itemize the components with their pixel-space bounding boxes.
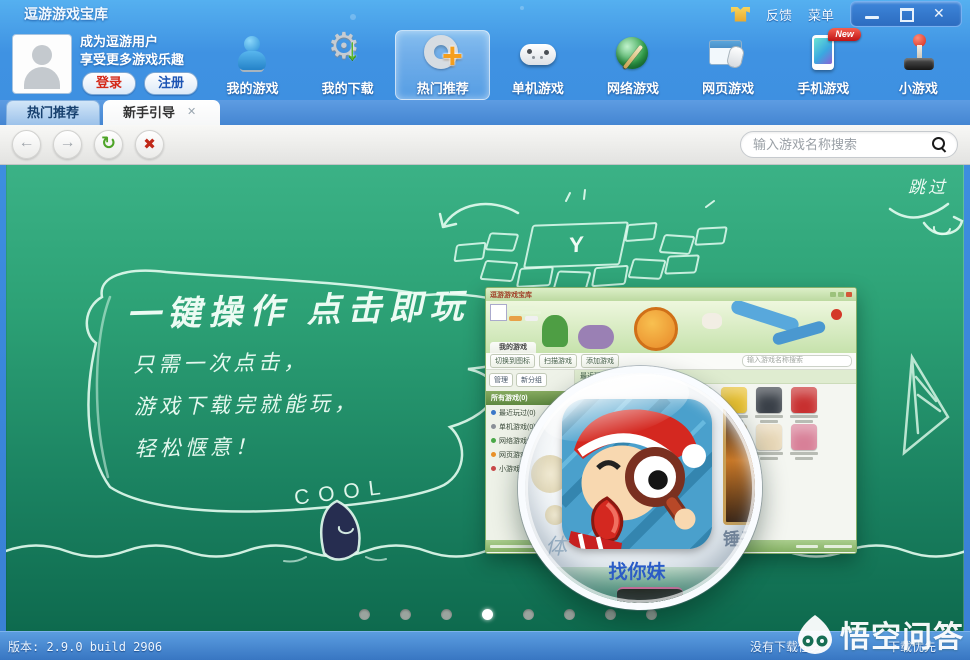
tab-label: 热门推荐: [27, 105, 80, 120]
carousel-dot[interactable]: [523, 609, 534, 620]
mini-tab-my-games: 我的游戏: [490, 342, 536, 353]
carousel-dot[interactable]: [605, 609, 616, 620]
watermark: 悟空问答: [795, 612, 964, 656]
nav-item-downloads[interactable]: 我的下载: [300, 25, 395, 100]
mini-banner: 我的游戏: [486, 301, 856, 353]
cool-doodle-text: COOL: [292, 475, 391, 510]
nav-item-label: 单机游戏: [511, 81, 564, 96]
nav-item-label: 我的游戏: [226, 81, 279, 96]
mini-games-icon: [895, 33, 941, 77]
carousel-dot[interactable]: [564, 609, 575, 620]
mini-game-tile: [752, 387, 786, 423]
partial-game-tile: [617, 587, 683, 603]
toolbar: [0, 125, 970, 165]
refresh-icon[interactable]: [94, 130, 123, 159]
app-title: 逗游游戏宝库: [24, 6, 108, 22]
carousel-dots: [359, 609, 657, 620]
online-games-icon: [610, 33, 656, 77]
watermark-text: 悟空问答: [840, 621, 964, 654]
pc-games-icon: [515, 33, 561, 77]
nav-item-label: 网页游戏: [702, 81, 755, 96]
register-button[interactable]: 注册: [144, 72, 199, 95]
version-text: 版本: 2.9.0 build 2906: [8, 639, 163, 654]
new-badge: New: [828, 28, 861, 41]
nav-item-my-games[interactable]: 我的游戏: [205, 30, 300, 100]
guide-slide: 跳过 Y 一键操作 点击即玩 只需一次点击， 游戏下载完就能玩， 轻松惬意！ C…: [6, 165, 964, 632]
nav-item-label: 热门推荐: [416, 81, 469, 96]
mini-game-tile: [787, 387, 821, 423]
menu-link[interactable]: 菜单: [808, 5, 834, 24]
slide-headline: 一键操作 点击即玩: [125, 287, 471, 335]
skip-link[interactable]: 跳过: [908, 173, 948, 198]
downloads-icon: [325, 25, 371, 77]
skin-icon[interactable]: [730, 6, 750, 22]
nav-item-online-games[interactable]: 网络游戏: [586, 30, 681, 100]
keyboard-key-doodle: Y: [522, 221, 630, 269]
promo-text: 成为逗游用户 享受更多游戏乐趣: [80, 34, 185, 67]
nav-item-mini-games[interactable]: 小游戏: [871, 30, 966, 100]
slide-body: 只需一次点击， 游戏下载完就能玩， 轻松惬意！: [133, 350, 360, 461]
avatar[interactable]: [12, 34, 72, 94]
nav-item-hot-recommend[interactable]: 热门推荐: [395, 30, 491, 100]
mini-toolbar: 切换到图标 扫描游戏 添加游戏 输入游戏名称搜索: [486, 353, 856, 370]
nav-item-label: 手机游戏: [797, 81, 850, 96]
nav-item-label: 小游戏: [898, 81, 938, 96]
hot-recommend-icon: [420, 33, 466, 77]
mini-toolbar-button: 添加游戏: [581, 354, 619, 368]
stop-icon[interactable]: [135, 130, 164, 159]
key-letter: Y: [568, 231, 584, 258]
nav-item-mobile-games[interactable]: 手机游戏 New: [776, 28, 871, 100]
carousel-dot[interactable]: [646, 609, 657, 620]
feedback-link[interactable]: 反馈: [766, 5, 792, 24]
close-icon[interactable]: [923, 3, 957, 25]
user-panel: 成为逗游用户 享受更多游戏乐趣 登录 注册: [10, 32, 205, 98]
search-icon[interactable]: [932, 137, 947, 152]
magnifier-glass: 找你妹 锤子守 体: [518, 366, 762, 610]
carousel-dot[interactable]: [441, 609, 452, 620]
header: 成为逗游用户 享受更多游戏乐趣 登录 注册 我的游戏 我的下载 热门推荐 单机游戏 网络…: [0, 25, 970, 100]
tab[interactable]: 新手引导: [103, 100, 221, 125]
minimize-icon[interactable]: [855, 3, 889, 25]
search-box: [740, 131, 958, 158]
partial-left-label: 体: [545, 534, 568, 559]
mini-window-controls: [830, 292, 852, 297]
tab[interactable]: 热门推荐: [6, 100, 101, 125]
carousel-dot[interactable]: [400, 609, 411, 620]
login-button[interactable]: 登录: [82, 72, 137, 95]
title-bar: 逗游游戏宝库 反馈 菜单: [0, 0, 970, 45]
mini-app-title: 逗游游戏宝库: [490, 291, 532, 299]
tab-label: 新手引导: [123, 104, 176, 120]
my-games-icon: [230, 33, 276, 77]
main-nav: 我的游戏 我的下载 热门推荐 单机游戏 网络游戏 网页游戏 手机游戏 New 小游戏: [205, 25, 966, 100]
search-input[interactable]: [751, 136, 932, 153]
nav-item-label: 我的下载: [321, 81, 374, 96]
nav-item-label: 网络游戏: [607, 81, 660, 96]
tab-close-icon[interactable]: [187, 100, 200, 124]
mini-game-tile: [787, 424, 821, 460]
nav-item-pc-games[interactable]: 单机游戏: [490, 30, 585, 100]
maximize-icon[interactable]: [889, 3, 923, 25]
magnified-game-label: 找你妹: [608, 562, 666, 583]
wukong-logo-icon: [798, 615, 832, 654]
carousel-dot[interactable]: [359, 609, 370, 620]
window-controls: [850, 1, 962, 27]
mini-search-box: 输入游戏名称搜索: [742, 355, 852, 367]
mini-toolbar-button: 扫描游戏: [539, 354, 577, 368]
tab-strip: 热门推荐 新手引导: [0, 100, 970, 125]
mini-toolbar-button: 切换到图标: [490, 354, 535, 368]
forward-icon[interactable]: [53, 130, 82, 159]
nav-item-web-games[interactable]: 网页游戏: [681, 30, 776, 100]
zhaonimei-game-icon: [562, 399, 712, 549]
carousel-dot[interactable]: [482, 609, 493, 620]
app-window: 逗游游戏宝库 反馈 菜单 成为逗游用户 享受更多游戏乐趣 登录 注册 我的游戏: [0, 0, 970, 660]
back-icon[interactable]: [12, 130, 41, 159]
web-games-icon: [705, 33, 751, 77]
